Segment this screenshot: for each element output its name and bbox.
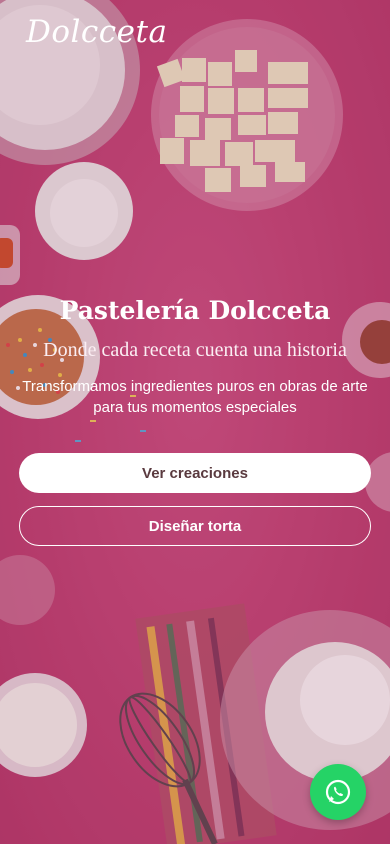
hero-content: Pastelería Dolcceta Donde cada receta cu… (0, 296, 390, 418)
whatsapp-icon (325, 779, 351, 805)
hero-title: Pastelería Dolcceta (59, 296, 331, 325)
view-creations-button[interactable]: Ver creaciones (19, 453, 371, 493)
whatsapp-button[interactable] (310, 764, 366, 820)
hero-overlay (0, 0, 390, 844)
hero-subtitle: Donde cada receta cuenta una historia (43, 339, 347, 361)
design-cake-button[interactable]: Diseñar torta (19, 506, 371, 546)
hero-background (0, 0, 390, 844)
brand-logo[interactable]: Dolcceta (26, 14, 167, 50)
hero-description: Transformamos ingredientes puros en obra… (22, 378, 368, 416)
